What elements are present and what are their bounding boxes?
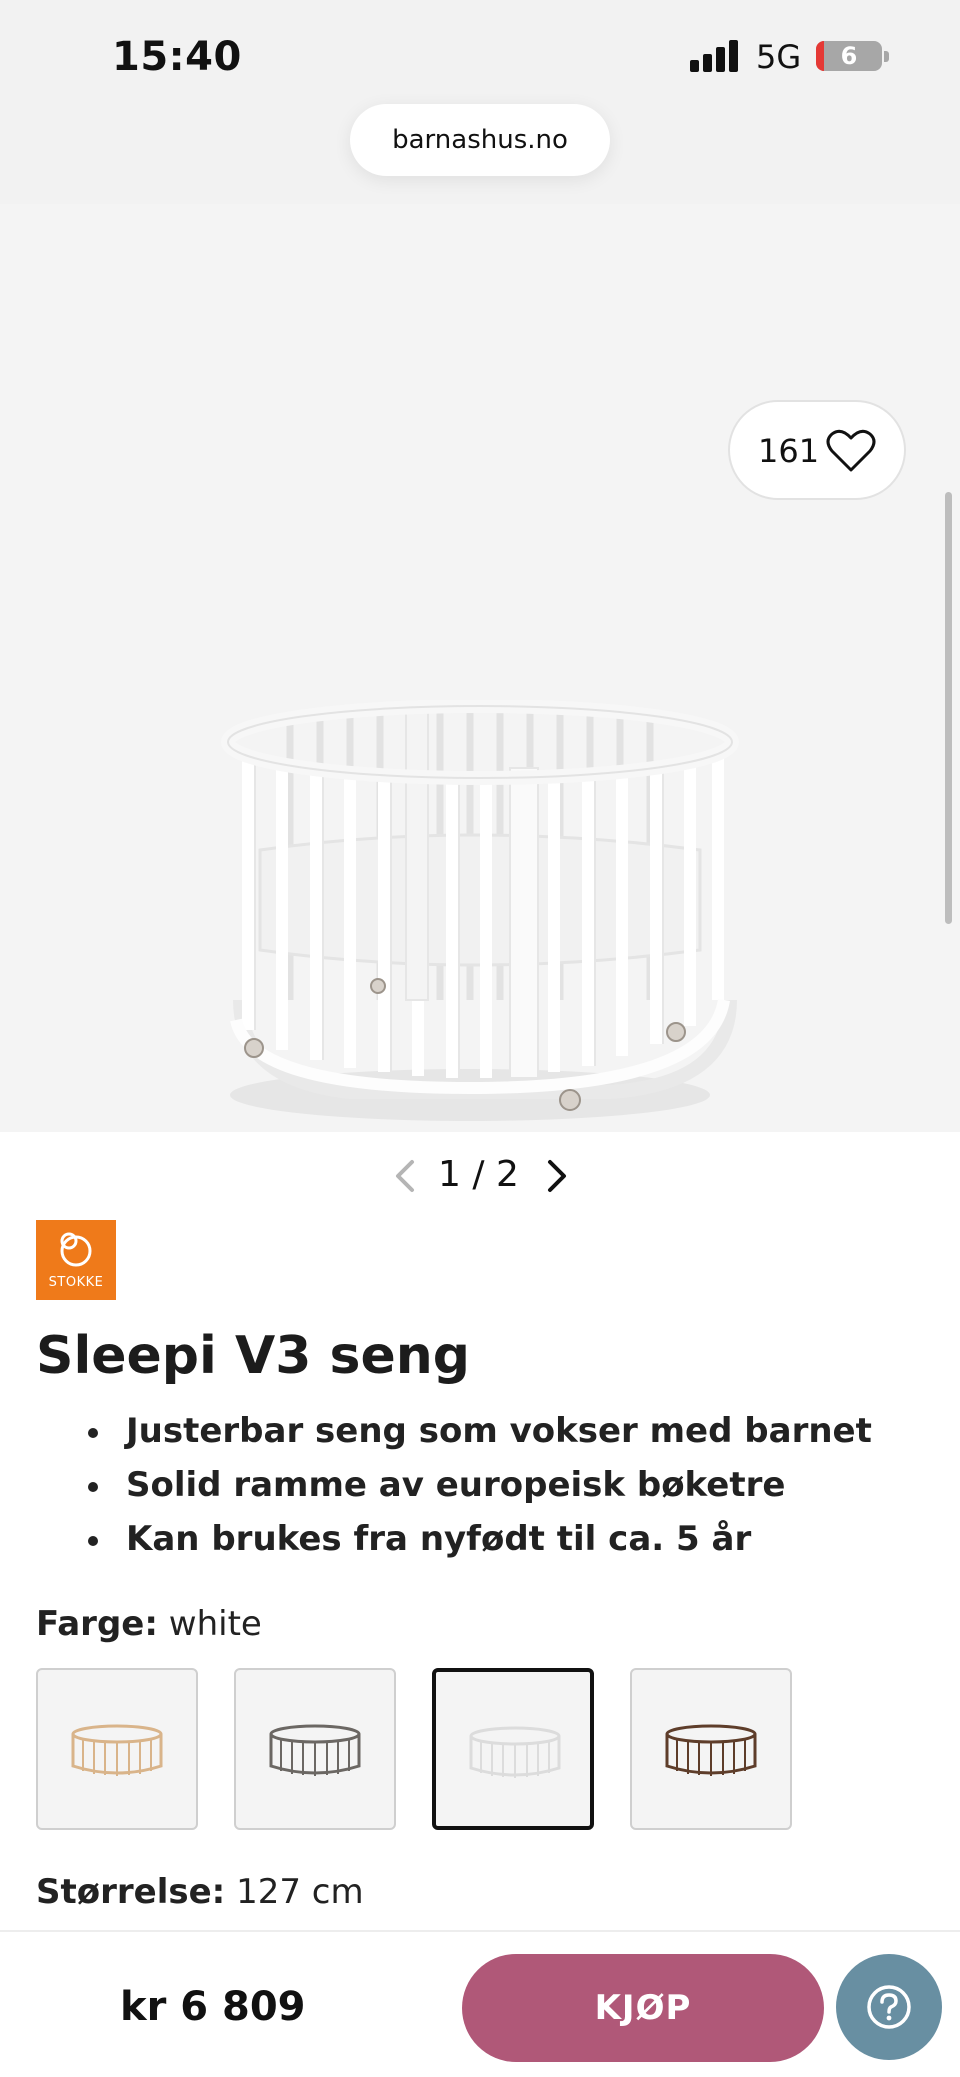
color-swatches: [36, 1668, 936, 1830]
network-type: 5G: [756, 38, 802, 76]
signal-icon: [690, 40, 742, 72]
url-bar[interactable]: barnashus.no: [350, 104, 610, 176]
status-bar: 15:40 5G 6: [0, 0, 960, 110]
status-time: 15:40: [112, 34, 242, 80]
buy-button[interactable]: KJØP: [462, 1954, 824, 2062]
swatch-grey[interactable]: [234, 1668, 396, 1830]
url-text: barnashus.no: [392, 125, 568, 155]
image-pager: 1 / 2: [0, 1148, 960, 1204]
pager-separator: /: [472, 1154, 485, 1195]
pager-current: 1: [438, 1154, 461, 1195]
product-price: kr 6 809: [120, 1984, 306, 2030]
product-title: Sleepi V3 seng: [36, 1326, 470, 1386]
battery-tip: [884, 51, 889, 62]
product-highlights: Justerbar seng som vokser med barnet Sol…: [36, 1404, 936, 1566]
swatch-white[interactable]: [432, 1668, 594, 1830]
brand-logo[interactable]: STOKKE: [36, 1220, 116, 1300]
highlight-item: Justerbar seng som vokser med barnet: [36, 1404, 936, 1458]
crib-white-thumbnail: [469, 1726, 561, 1778]
color-label-key: Farge:: [36, 1604, 158, 1644]
product-image: [221, 700, 739, 1121]
favorite-button[interactable]: 161: [728, 400, 906, 500]
crib-natural-thumbnail: [71, 1724, 163, 1776]
swatch-natural[interactable]: [36, 1668, 198, 1830]
crib-grey-thumbnail: [269, 1724, 361, 1776]
help-button[interactable]: [836, 1954, 942, 2060]
swatch-walnut[interactable]: [630, 1668, 792, 1830]
color-label-value: white: [168, 1604, 262, 1644]
pager-total: 2: [495, 1154, 519, 1195]
scrollbar[interactable]: [945, 492, 952, 924]
highlight-item: Kan brukes fra nyfødt til ca. 5 år: [36, 1512, 936, 1566]
chevron-right-icon[interactable]: [540, 1156, 574, 1196]
size-label-value: 127 cm: [236, 1872, 364, 1912]
battery-level: 6: [840, 42, 858, 70]
crib-walnut-thumbnail: [665, 1724, 757, 1776]
highlight-item: Solid ramme av europeisk bøketre: [36, 1458, 936, 1512]
favorite-count: 161: [758, 432, 820, 470]
size-label-key: Størrelse:: [36, 1872, 226, 1912]
purchase-bar: kr 6 809 KJØP: [0, 1930, 960, 2077]
chevron-left-icon[interactable]: [388, 1156, 422, 1196]
heart-icon: [826, 429, 876, 472]
product-image-gallery[interactable]: 161: [0, 204, 960, 1132]
size-label: Størrelse: 127 cm: [36, 1872, 364, 1912]
brand-name: STOKKE: [48, 1275, 104, 1290]
pager-text: 1 / 2: [438, 1154, 519, 1195]
question-icon: [867, 1985, 911, 2029]
battery-icon: 6: [816, 41, 882, 71]
color-label: Farge: white: [36, 1604, 262, 1644]
